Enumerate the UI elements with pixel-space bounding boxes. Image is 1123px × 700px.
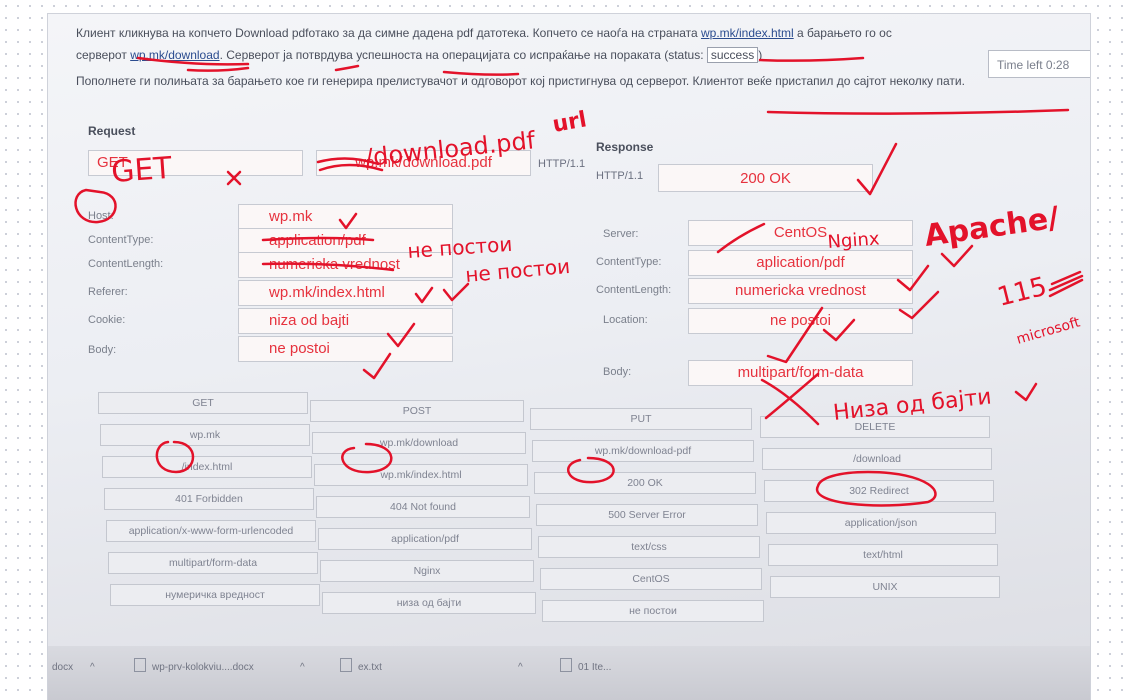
check-stroke xyxy=(362,352,392,380)
check-stroke xyxy=(896,264,930,292)
strike-stroke xyxy=(261,236,375,242)
screen-photo: Клиент кликнува на копчето Download pdfo… xyxy=(48,14,1090,700)
handwritten-notes: /download.pdf url GET не постои не посто… xyxy=(110,107,1082,426)
check-stroke xyxy=(386,322,416,348)
check-stroke xyxy=(338,212,358,230)
check-stroke xyxy=(822,318,856,342)
circle-stroke xyxy=(341,442,393,474)
circle-stroke xyxy=(815,470,937,507)
hw-get: GET xyxy=(110,151,173,190)
cross-stroke xyxy=(760,372,820,426)
check-stroke xyxy=(1014,382,1038,402)
hw-download-pdf: /download.pdf xyxy=(364,126,537,172)
underline-stroke xyxy=(766,108,1070,115)
hw-cl-note: не постои xyxy=(464,254,571,287)
hw-num: 115 xyxy=(994,272,1049,313)
underline-stroke xyxy=(442,70,520,76)
check-stroke xyxy=(766,306,824,364)
hw-body-note: Низа од бајти xyxy=(832,384,993,425)
hw-url: url xyxy=(551,107,589,138)
scribble-stroke xyxy=(1048,270,1084,298)
strike-stroke xyxy=(261,262,395,272)
check-stroke xyxy=(856,142,898,196)
hw-microsoft: microsoft xyxy=(1015,314,1083,348)
hw-ct-note: не постои xyxy=(407,232,513,263)
check-stroke xyxy=(442,282,470,302)
underline-stroke xyxy=(334,64,360,72)
underline-stroke xyxy=(136,56,250,66)
check-stroke xyxy=(898,290,940,320)
hw-apache: Apache/ xyxy=(922,200,1061,254)
circle-stroke xyxy=(74,188,117,224)
strike-stroke xyxy=(716,222,766,254)
check-stroke xyxy=(414,286,434,304)
circle-stroke xyxy=(155,440,195,474)
underline-stroke xyxy=(186,66,250,72)
circle-stroke xyxy=(567,456,615,484)
hw-nginx: Nginx xyxy=(827,228,881,253)
ink-annotations: /download.pdf url GET не постои не посто… xyxy=(74,56,1084,507)
underline-stroke xyxy=(758,56,865,62)
cross-stroke xyxy=(226,170,242,186)
